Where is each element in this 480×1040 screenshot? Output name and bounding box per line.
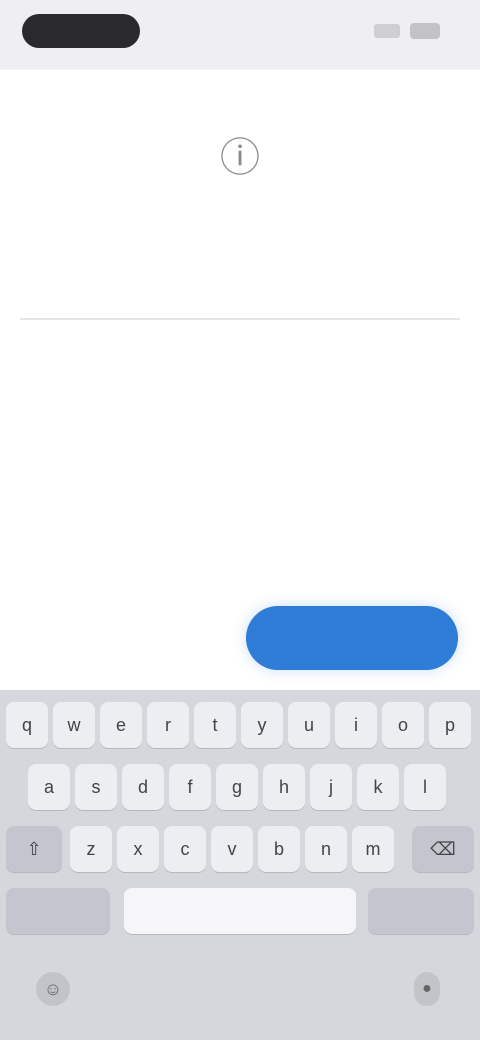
shift-icon[interactable]: ⇧ <box>6 826 62 872</box>
key-o[interactable]: o <box>382 702 424 748</box>
key-z[interactable]: z <box>70 826 112 872</box>
key-l[interactable]: l <box>404 764 446 810</box>
numbers-key[interactable] <box>6 888 110 934</box>
key-a[interactable]: a <box>28 764 70 810</box>
key-y[interactable]: y <box>241 702 283 748</box>
key-i[interactable]: i <box>335 702 377 748</box>
space-key[interactable] <box>124 888 356 934</box>
key-k[interactable]: k <box>357 764 399 810</box>
key-v[interactable]: v <box>211 826 253 872</box>
keyboard-row-3: ⇧ z x c v b n m ⌫ <box>0 826 480 872</box>
key-b[interactable]: b <box>258 826 300 872</box>
key-p[interactable]: p <box>429 702 471 748</box>
key-r[interactable]: r <box>147 702 189 748</box>
keyboard-row-1: q w e r t y u i o p <box>0 702 480 748</box>
dialog-title <box>136 210 346 238</box>
key-j[interactable]: j <box>310 764 352 810</box>
key-m[interactable]: m <box>352 826 394 872</box>
key-x[interactable]: x <box>117 826 159 872</box>
status-time-pill <box>22 14 140 48</box>
cancel-button[interactable] <box>40 610 220 664</box>
key-c[interactable]: c <box>164 826 206 872</box>
key-h[interactable]: h <box>263 764 305 810</box>
microphone-icon[interactable]: ● <box>414 972 440 1006</box>
status-bar <box>0 0 480 70</box>
key-s[interactable]: s <box>75 764 117 810</box>
key-n[interactable]: n <box>305 826 347 872</box>
keyboard-row-4 <box>0 888 480 934</box>
key-f[interactable]: f <box>169 764 211 810</box>
text-input-area[interactable] <box>20 270 464 320</box>
key-w[interactable]: w <box>53 702 95 748</box>
keyboard-row-2: a s d f g h j k l <box>0 764 480 810</box>
key-e[interactable]: e <box>100 702 142 748</box>
input-underline <box>20 318 460 320</box>
key-d[interactable]: d <box>122 764 164 810</box>
key-g[interactable]: g <box>216 764 258 810</box>
key-t[interactable]: t <box>194 702 236 748</box>
status-time <box>22 14 140 48</box>
emoji-icon[interactable]: ☺ <box>36 972 70 1006</box>
info-icon: ⓘ <box>220 136 260 180</box>
status-icons <box>374 22 440 40</box>
ok-button[interactable] <box>246 606 458 670</box>
signal-icon <box>374 24 400 38</box>
return-key[interactable] <box>368 888 474 934</box>
text-input[interactable] <box>20 270 464 316</box>
backspace-icon[interactable]: ⌫ <box>412 826 474 872</box>
key-q[interactable]: q <box>6 702 48 748</box>
battery-icon <box>410 23 440 39</box>
keyboard-bottom-bar <box>0 950 480 1040</box>
key-u[interactable]: u <box>288 702 330 748</box>
